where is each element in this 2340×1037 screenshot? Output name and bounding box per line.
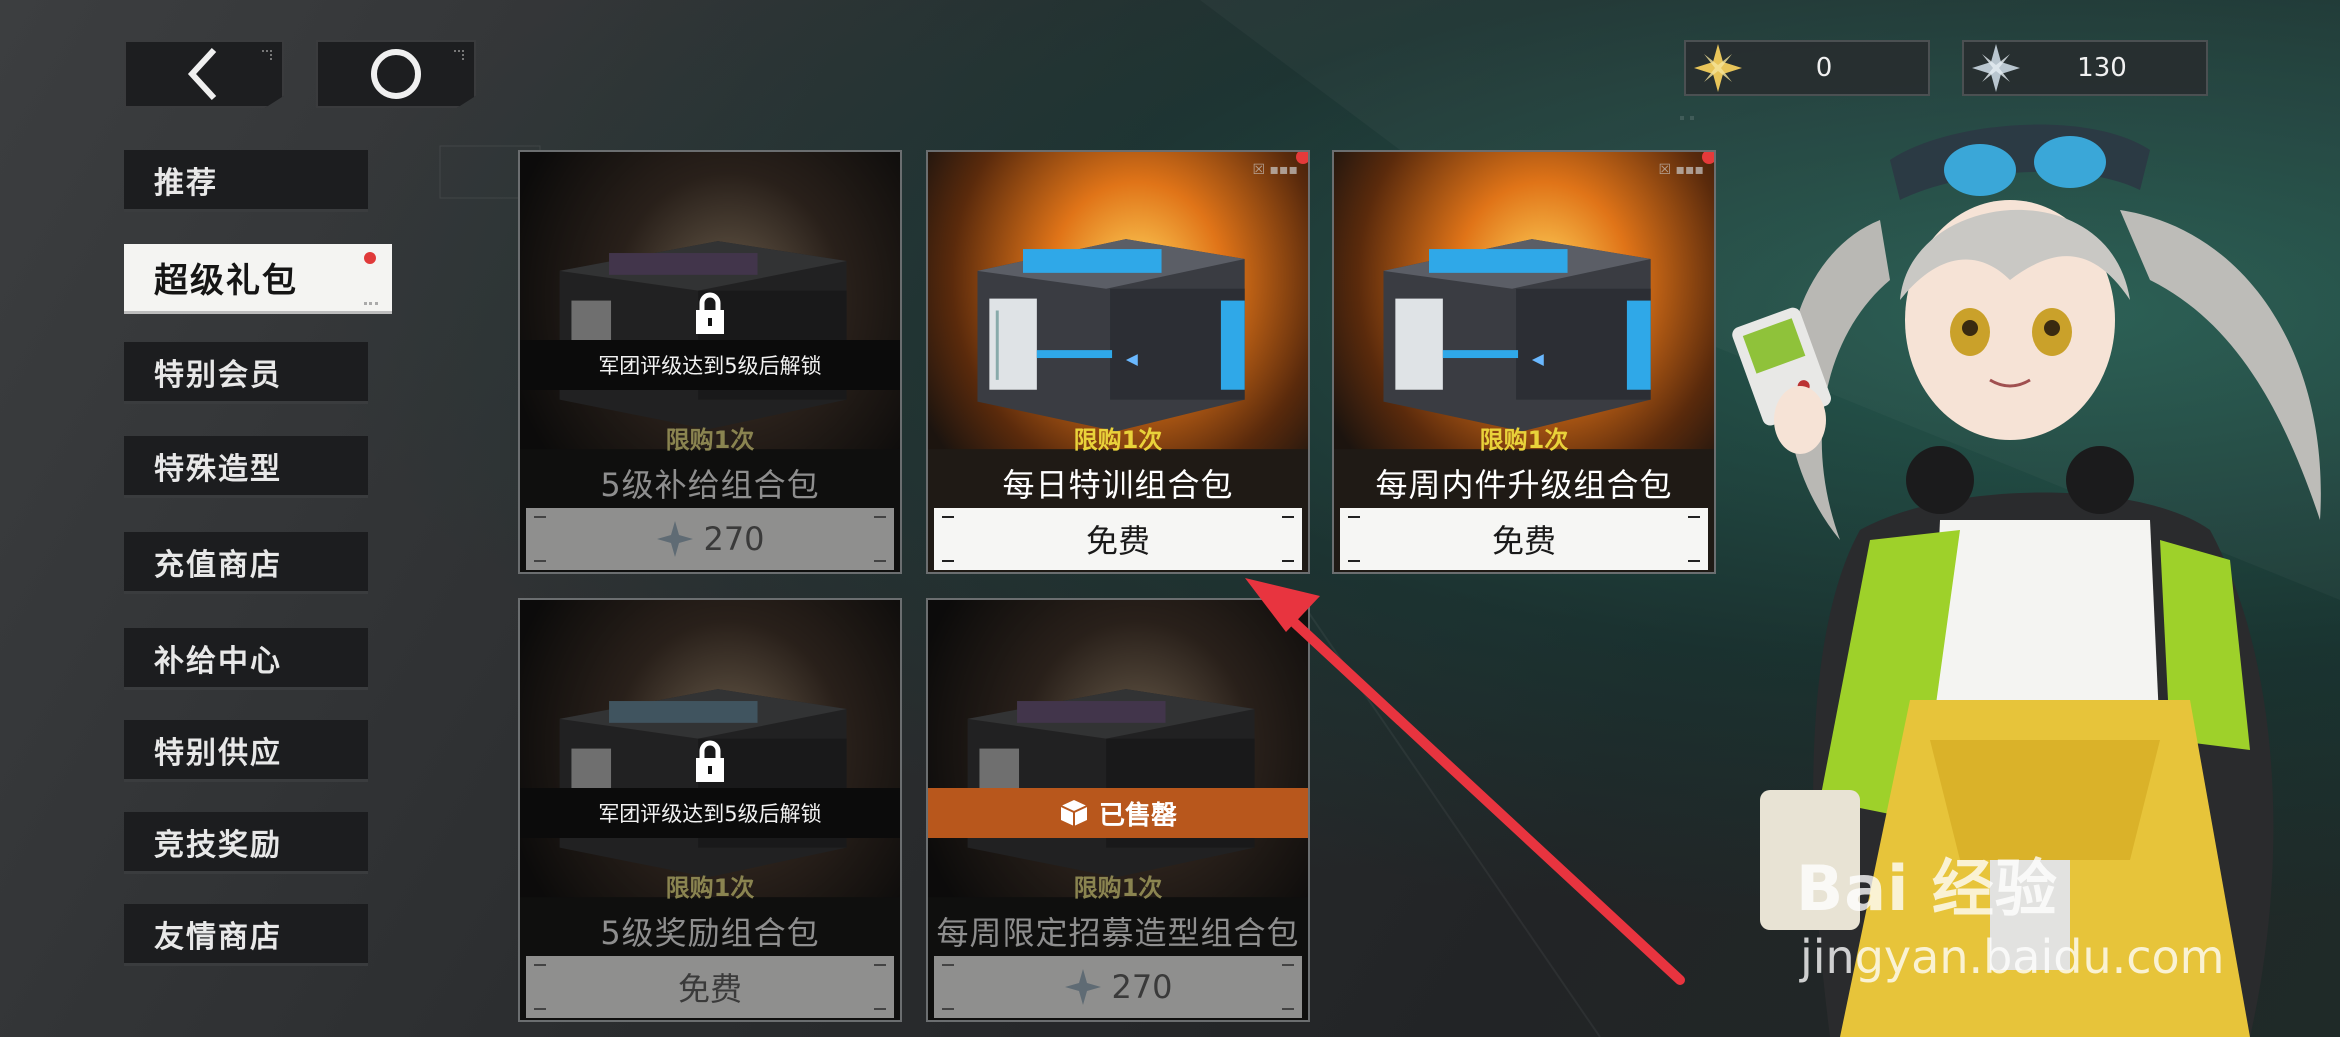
sidebar-item-super-pack[interactable]: 超级礼包 <box>124 244 392 314</box>
sidebar-item-label: 竞技奖励 <box>154 827 282 863</box>
price-button[interactable]: 免费 <box>934 508 1302 570</box>
price-button[interactable]: 免费 <box>526 956 894 1018</box>
pack-card-level5-reward[interactable]: 军团评级达到5级后解锁 限购1次 5级奖励组合包 免费 <box>518 598 902 1022</box>
sidebar-item-label: 补给中心 <box>154 643 282 679</box>
pack-name: 每周内件升级组合包 <box>1375 466 1673 504</box>
sidebar-item-label: 特别供应 <box>154 735 282 771</box>
purchase-limit: 限购1次 <box>1479 426 1569 454</box>
price-button[interactable]: 270 <box>526 508 894 570</box>
pack-name: 每周限定招募造型组合包 <box>936 914 1300 952</box>
sold-out-banner: 已售罄 <box>928 788 1308 838</box>
purchase-limit: 限购1次 <box>1073 874 1163 902</box>
lock-banner: 军团评级达到5级后解锁 <box>520 340 900 390</box>
code-tag: ☒ ▪▪▪ <box>1252 162 1298 178</box>
silver-star-icon <box>1964 42 2028 94</box>
currency-silver-value: 130 <box>2077 53 2127 83</box>
notification-dot <box>1296 152 1308 164</box>
sidebar-item-label: 友情商店 <box>154 919 282 955</box>
home-button[interactable] <box>316 40 476 108</box>
back-button[interactable] <box>124 40 284 108</box>
pack-card-weekly-recruit-skin[interactable]: 已售罄 限购1次 每周限定招募造型组合包 270 <box>926 598 1310 1022</box>
gold-star-icon <box>1686 42 1750 94</box>
price-button[interactable]: 免费 <box>1340 508 1708 570</box>
lock-banner: 军团评级达到5级后解锁 <box>520 788 900 838</box>
sidebar-item-arena-rewards[interactable]: 竞技奖励 <box>124 812 368 874</box>
ring-icon <box>371 49 421 99</box>
purchase-limit: 限购1次 <box>1073 426 1163 454</box>
lock-icon <box>696 740 724 782</box>
sidebar-item-label: 超级礼包 <box>154 261 298 301</box>
purchase-limit: 限购1次 <box>665 874 755 902</box>
baidu-watermark-url: jingyan.baidu.com <box>1800 930 2225 984</box>
price-value: 270 <box>1111 968 1173 1006</box>
lock-icon <box>696 292 724 334</box>
sidebar-item-special-supply[interactable]: 特别供应 <box>124 720 368 782</box>
pack-name: 每日特训组合包 <box>1002 466 1234 504</box>
corner-dots <box>364 301 378 305</box>
price-button[interactable]: 270 <box>934 956 1302 1018</box>
chevron-left-icon <box>187 47 217 101</box>
box-icon <box>1060 800 1088 826</box>
pack-card-daily-training[interactable]: ☒ ▪▪▪ 限购1次 每日特训组合包 免费 <box>926 150 1310 574</box>
sidebar-item-label: 推荐 <box>154 165 218 201</box>
sidebar-item-label: 充值商店 <box>154 547 282 583</box>
silver-star-icon <box>1065 969 1102 1005</box>
corner-dots <box>454 50 464 60</box>
pack-card-weekly-upgrade[interactable]: ☒ ▪▪▪ 限购1次 每周内件升级组合包 免费 <box>1332 150 1716 574</box>
sidebar-item-recharge-shop[interactable]: 充值商店 <box>124 532 368 594</box>
price-value: 免费 <box>1085 522 1150 560</box>
silver-star-icon <box>657 521 694 557</box>
notification-dot <box>364 252 376 264</box>
purchase-limit: 限购1次 <box>665 426 755 454</box>
currency-gold-value: 0 <box>1815 53 1833 83</box>
sidebar-item-recommend[interactable]: 推荐 <box>124 150 368 212</box>
baidu-watermark-logo: Bai 经验 <box>1796 852 2058 925</box>
price-value: 免费 <box>677 970 742 1008</box>
sidebar-item-supply-center[interactable]: 补给中心 <box>124 628 368 690</box>
sold-out-label: 已售罄 <box>1098 800 1177 831</box>
corner-dots <box>262 50 272 60</box>
sidebar-item-label: 特别会员 <box>154 357 282 393</box>
pack-name: 5级补给组合包 <box>600 466 820 504</box>
currency-silver[interactable]: 130 <box>1962 40 2208 96</box>
sidebar-item-label: 特殊造型 <box>154 451 282 487</box>
price-value: 免费 <box>1491 522 1556 560</box>
sidebar-item-friend-shop[interactable]: 友情商店 <box>124 904 368 966</box>
pack-card-level5-supply[interactable]: 军团评级达到5级后解锁 限购1次 5级补给组合包 270 <box>518 150 902 574</box>
sidebar-item-special-skin[interactable]: 特殊造型 <box>124 436 368 498</box>
pack-name: 5级奖励组合包 <box>600 914 820 952</box>
sidebar-item-special-member[interactable]: 特别会员 <box>124 342 368 404</box>
currency-gold[interactable]: 0 <box>1684 40 1930 96</box>
price-value: 270 <box>703 520 765 558</box>
